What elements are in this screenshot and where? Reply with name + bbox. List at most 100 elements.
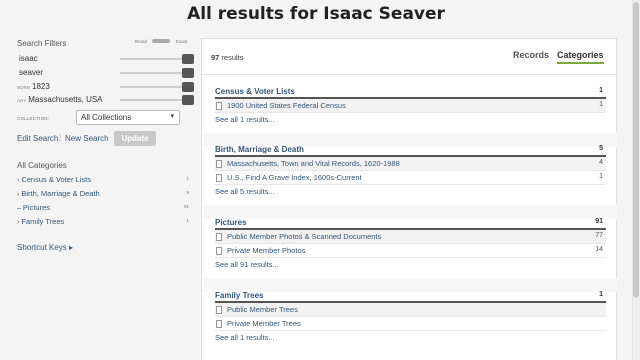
category-name: Birth, Marriage & Death <box>21 189 100 198</box>
exactness-slider-handle[interactable] <box>182 54 194 64</box>
edit-search-link[interactable]: Edit Search <box>17 134 58 143</box>
section-header: Birth, Marriage & Death 5 <box>215 145 606 157</box>
category-name: Census & Voter Lists <box>21 175 91 184</box>
tab-categories[interactable]: Categories <box>557 50 604 64</box>
exact-label: Exact <box>176 39 188 44</box>
category-count: 1 <box>186 218 189 223</box>
see-all-link[interactable]: See all 1 results... <box>215 115 606 124</box>
collection-row[interactable]: 1900 United States Federal Census 1 <box>215 99 606 113</box>
collection-link[interactable]: Public Member Trees <box>227 305 298 314</box>
all-categories-heading: All Categories <box>17 161 67 170</box>
filter-value: 1823 <box>32 82 50 91</box>
filter-any-location[interactable]: ANY Massachusetts, USA <box>17 95 195 105</box>
divider <box>203 205 617 219</box>
filter-value: seaver <box>19 68 44 77</box>
section-header: Family Trees 1 <box>215 291 606 303</box>
see-all-link[interactable]: See all 1 results... <box>215 333 606 342</box>
collection-link[interactable]: Public Member Photos & Scanned Documents <box>227 232 381 241</box>
document-icon <box>216 306 222 314</box>
category-section: Census & Voter Lists 1 1900 United State… <box>215 87 606 124</box>
section-title[interactable]: Census & Voter Lists <box>215 87 295 96</box>
results-count: 97 results <box>211 53 244 62</box>
collection-link[interactable]: Massachusetts, Town and Vital Records, 1… <box>227 159 400 168</box>
divider <box>202 74 616 75</box>
document-icon <box>216 174 222 182</box>
filter-label: BORN <box>17 85 31 90</box>
exactness-slider-track[interactable] <box>120 86 184 88</box>
collection-link[interactable]: Private Member Photos <box>227 246 305 255</box>
chevron-right-icon: › <box>17 191 20 198</box>
scrollbar-thumb[interactable] <box>633 2 639 298</box>
collection-row[interactable]: U.S., Find A Grave Index, 1600s-Current … <box>215 171 606 185</box>
collection-label: COLLECTION: <box>17 116 50 121</box>
collection-select-value: All Collections <box>81 113 132 122</box>
document-icon <box>216 102 222 110</box>
link-separator: | <box>59 133 62 142</box>
exactness-slider-track[interactable] <box>120 58 184 60</box>
category-link[interactable]: – Pictures 91 <box>17 203 189 215</box>
collection-select[interactable]: All Collections ▾ <box>76 110 180 125</box>
collection-link[interactable]: U.S., Find A Grave Index, 1600s-Current <box>227 173 362 182</box>
new-search-link[interactable]: New Search <box>65 134 109 143</box>
divider <box>203 278 617 292</box>
category-link[interactable]: › Census & Voter Lists 1 <box>17 175 189 187</box>
chevron-right-icon: › <box>17 219 20 226</box>
collection-row[interactable]: Public Member Photos & Scanned Documents… <box>215 230 606 244</box>
chevron-right-icon: › <box>17 177 20 184</box>
category-section: Pictures 91 Public Member Photos & Scann… <box>215 218 606 269</box>
filter-last-name[interactable]: seaver <box>17 68 195 78</box>
section-count: 1 <box>599 87 603 94</box>
exactness-slider-track[interactable] <box>120 99 184 101</box>
collection-count: 77 <box>595 232 603 239</box>
page-scrollbar[interactable] <box>632 0 640 360</box>
filter-first-name[interactable]: isaac <box>17 54 195 64</box>
document-icon <box>216 233 222 241</box>
dash-icon: – <box>17 205 21 212</box>
collection-link[interactable]: Private Member Trees <box>227 319 301 328</box>
filter-value: Massachusetts, USA <box>28 95 103 104</box>
collection-count: 4 <box>599 159 603 166</box>
exactness-slider-handle[interactable] <box>182 95 194 105</box>
collection-count: 1 <box>599 101 603 108</box>
tab-records[interactable]: Records <box>513 50 549 60</box>
see-all-link[interactable]: See all 5 results... <box>215 187 606 196</box>
section-header: Pictures 91 <box>215 218 606 230</box>
collection-count: 14 <box>595 246 603 253</box>
page-title: All results for Isaac Seaver <box>187 4 445 24</box>
exactness-slider-track[interactable] <box>120 72 184 74</box>
see-all-link[interactable]: See all 91 results... <box>215 260 606 269</box>
filter-born[interactable]: BORN 1823 <box>17 82 195 92</box>
document-icon <box>216 320 222 328</box>
exactness-slider-handle[interactable] <box>182 68 194 78</box>
section-header: Census & Voter Lists 1 <box>215 87 606 99</box>
category-link[interactable]: › Family Trees 1 <box>17 217 189 229</box>
filter-label: ANY <box>17 98 27 103</box>
broad-exact-indicator <box>152 39 170 43</box>
broad-label: Broad <box>135 39 148 44</box>
section-count: 91 <box>595 218 603 225</box>
section-title[interactable]: Family Trees <box>215 291 263 300</box>
search-filters-heading: Search Filters <box>17 39 67 48</box>
category-name: Family Trees <box>21 217 65 226</box>
section-count: 5 <box>599 145 603 152</box>
category-count: 5 <box>186 190 189 195</box>
section-count: 1 <box>599 291 603 298</box>
document-icon <box>216 247 222 255</box>
section-title[interactable]: Birth, Marriage & Death <box>215 145 304 154</box>
category-section: Family Trees 1 Public Member Trees Priva… <box>215 291 606 342</box>
update-button[interactable]: Update <box>114 131 156 146</box>
section-title[interactable]: Pictures <box>215 218 247 227</box>
collection-link[interactable]: 1900 United States Federal Census <box>227 101 346 110</box>
category-section: Birth, Marriage & Death 5 Massachusetts,… <box>215 145 606 196</box>
category-link[interactable]: › Birth, Marriage & Death 5 <box>17 189 189 201</box>
collection-row[interactable]: Private Member Trees <box>215 317 606 331</box>
category-count: 91 <box>183 204 189 209</box>
shortcut-keys-link[interactable]: Shortcut Keys ▸ <box>17 243 73 252</box>
collection-row[interactable]: Private Member Photos 14 <box>215 244 606 258</box>
results-count-suffix: results <box>219 53 244 62</box>
collection-row[interactable]: Massachusetts, Town and Vital Records, 1… <box>215 157 606 171</box>
exactness-slider-handle[interactable] <box>182 82 194 92</box>
filter-value: isaac <box>19 54 38 63</box>
chevron-down-icon: ▾ <box>170 113 174 120</box>
collection-row[interactable]: Public Member Trees <box>215 303 606 317</box>
